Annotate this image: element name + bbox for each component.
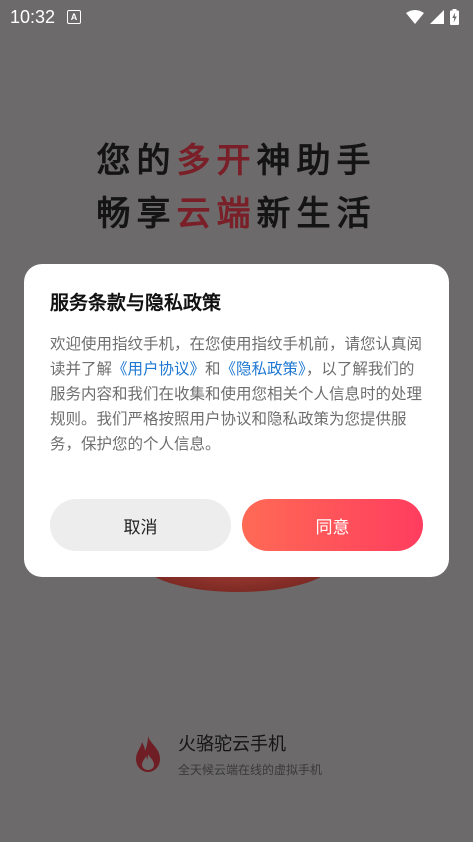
cancel-button[interactable]: 取消 [50,499,231,551]
dialog-body-and: 和 [205,360,221,378]
headline-1-accent: 多开 [176,141,257,181]
brand-text: 火骆驼云手机 全天候云端在线的虚拟手机 [178,730,322,778]
privacy-policy-link[interactable]: 《隐私政策》 [221,360,306,378]
brand-name: 火骆驼云手机 [178,734,286,755]
brand-slogan: 全天候云端在线的虚拟手机 [178,763,323,777]
headline-1-part-b: 神助手 [256,141,377,181]
user-agreement-link[interactable]: 《用户协议》 [112,360,205,378]
terms-privacy-dialog: 服务条款与隐私政策 欢迎使用指纹手机，在您使用指纹手机前，请您认真阅读并了解《用… [24,264,449,577]
dialog-body: 欢迎使用指纹手机，在您使用指纹手机前，请您认真阅读并了解《用户协议》和《隐私政策… [50,332,423,457]
status-right [406,9,459,25]
status-left: 10:32 A [10,6,82,28]
brand-footer: 火骆驼云手机 全天候云端在线的虚拟手机 [134,730,322,778]
headline-2-accent: 云端 [176,194,257,234]
battery-charging-icon [450,9,459,25]
flame-logo-icon [136,736,160,772]
accessibility-notification-icon: A [67,10,82,24]
cell-signal-icon [430,10,444,24]
status-bar: 10:32 A [0,0,473,34]
status-time: 10:32 [10,6,56,27]
dialog-title: 服务条款与隐私政策 [50,292,222,314]
headline-line-1: 您的多开神助手 [0,133,473,182]
headline-2-part-a: 畅享 [96,194,177,234]
headline-line-2: 畅享云端新生活 [0,186,473,235]
headline-2-part-b: 新生活 [256,194,377,234]
dialog-buttons: 取消 同意 [50,499,423,551]
wifi-icon [406,10,424,24]
agree-button[interactable]: 同意 [242,499,423,551]
headline-1-part-a: 您的 [96,141,177,181]
